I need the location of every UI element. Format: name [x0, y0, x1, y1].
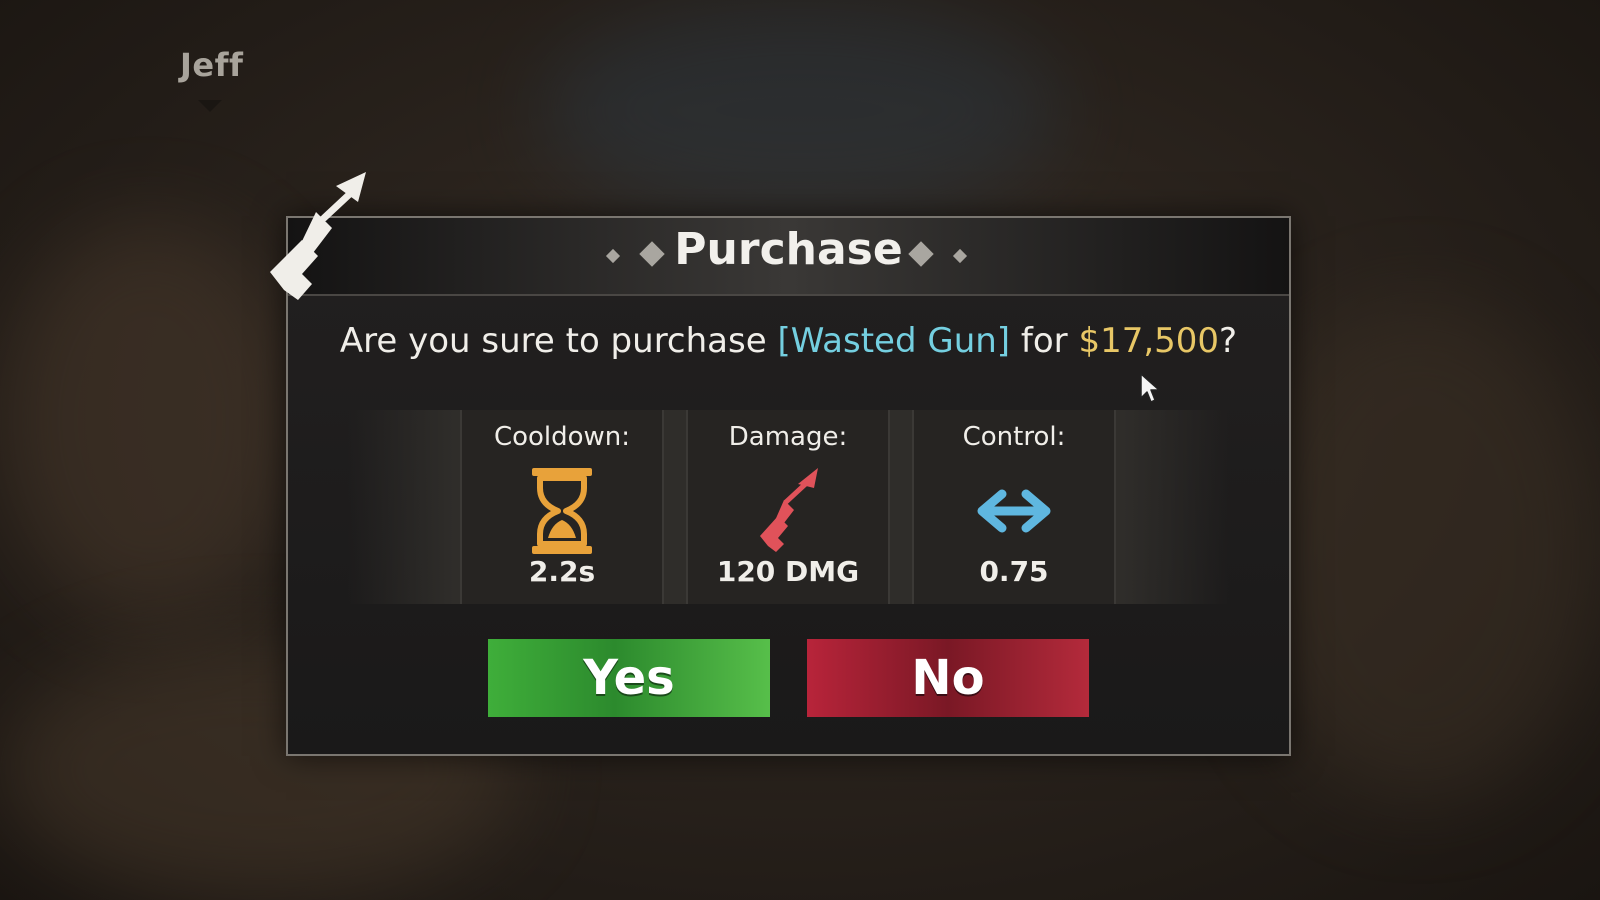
stats-bar: Cooldown: 2.2s Damage: 120 DMG Control:: [348, 410, 1229, 604]
mouse-cursor-icon: [1140, 373, 1160, 403]
weapon-badge-icon: [270, 172, 366, 300]
stat-cooldown: Cooldown: 2.2s: [460, 410, 664, 604]
background-blur: [1240, 300, 1600, 800]
question-prefix: Are you sure to purchase: [339, 321, 778, 361]
stat-label: Control:: [962, 422, 1066, 452]
stat-value: 2.2s: [528, 555, 596, 588]
background-blur: [540, 0, 1060, 220]
purchase-dialog: Purchase Are you sure to purchase [Waste…: [286, 216, 1291, 756]
purchase-question: Are you sure to purchase [Wasted Gun] fo…: [288, 321, 1289, 361]
stat-control: Control: 0.75: [912, 410, 1116, 604]
item-price: $17,500: [1078, 321, 1220, 361]
yes-button[interactable]: Yes: [488, 639, 770, 717]
background-blur: [0, 220, 300, 620]
dialog-title: Purchase: [674, 224, 903, 275]
hourglass-icon: [532, 468, 592, 554]
stat-damage: Damage: 120 DMG: [686, 410, 890, 604]
stat-label: Cooldown:: [493, 422, 631, 452]
stat-label: Damage:: [728, 422, 848, 452]
question-mid: for: [1010, 321, 1079, 361]
item-name: [Wasted Gun]: [777, 321, 1011, 361]
gun-icon: [760, 468, 818, 552]
stat-value: 0.75: [979, 555, 1049, 588]
double-arrow-icon: [977, 489, 1051, 533]
title-bar: Purchase: [288, 218, 1289, 296]
stat-value: 120 DMG: [716, 555, 860, 588]
question-suffix: ?: [1219, 321, 1238, 361]
player-name: Jeff: [180, 46, 244, 84]
player-marker-icon: [198, 100, 222, 112]
no-button[interactable]: No: [807, 639, 1089, 717]
